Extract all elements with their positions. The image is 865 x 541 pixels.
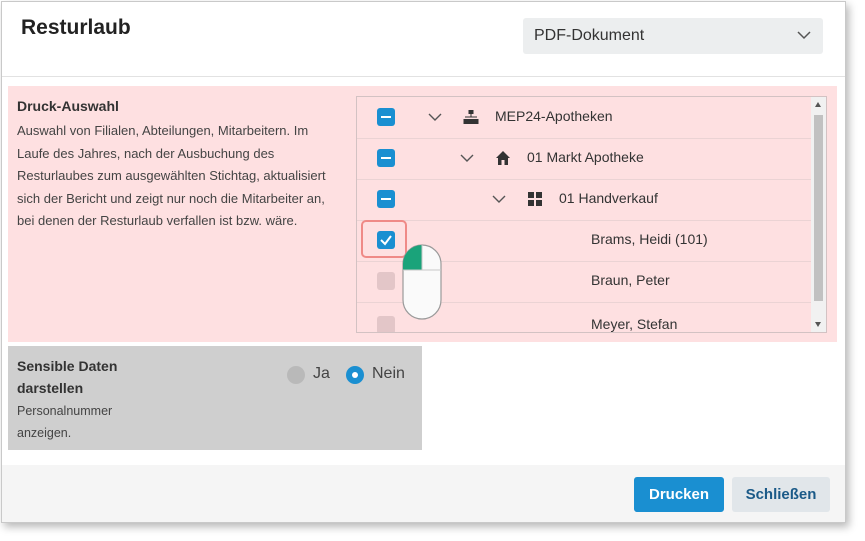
format-select[interactable]: PDF-Dokument [523, 18, 823, 54]
scrollbar-thumb[interactable] [814, 115, 823, 301]
tree-checkbox[interactable] [377, 190, 395, 208]
tree-node-label: MEP24-Apotheken [495, 108, 613, 124]
chevron-down-icon[interactable] [428, 113, 442, 122]
print-selection-title: Druck-Auswahl [17, 98, 119, 114]
home-icon [496, 151, 510, 165]
close-button[interactable]: Schließen [732, 477, 830, 512]
radio-nein-label[interactable]: Nein [372, 365, 405, 383]
print-button[interactable]: Drucken [634, 477, 724, 512]
tree-checkbox[interactable] [377, 108, 395, 126]
tree-node-label: 01 Markt Apotheke [527, 149, 644, 165]
tree-row-department[interactable]: 01 Handverkauf [357, 179, 812, 221]
tree-row-organization[interactable]: MEP24-Apotheken [357, 97, 812, 139]
dialog-title: Resturlaub [21, 16, 131, 39]
radio-ja[interactable] [287, 366, 305, 384]
chevron-down-icon [797, 31, 811, 40]
sensitive-data-title: Sensible Daten darstellen [17, 358, 118, 396]
tree-row-store[interactable]: 01 Markt Apotheke [357, 138, 812, 180]
resturlaub-dialog: Resturlaub PDF-Dokument Druck-Auswahl Au… [1, 1, 846, 523]
checkbox-highlight [361, 220, 407, 258]
format-select-value: PDF-Dokument [534, 27, 645, 44]
tree-scrollbar[interactable] [811, 97, 826, 332]
dialog-footer: Drucken Schließen [2, 465, 845, 522]
organization-icon [463, 110, 479, 124]
chevron-down-icon[interactable] [492, 195, 506, 204]
tree-checkbox[interactable] [377, 316, 395, 332]
tree-checkbox[interactable] [377, 149, 395, 167]
scroll-up-icon[interactable] [815, 102, 821, 107]
mouse-click-icon [402, 244, 442, 320]
tree-node-label: 01 Handverkauf [559, 190, 658, 206]
print-selection-description: Auswahl von Filialen, Abteilungen, Mitar… [17, 123, 326, 229]
radio-nein[interactable] [346, 366, 364, 384]
tree-node-label: Meyer, Stefan [591, 316, 678, 332]
radio-ja-label[interactable]: Ja [313, 365, 330, 383]
grid-icon [528, 192, 542, 206]
chevron-down-icon[interactable] [460, 154, 474, 163]
tree-checkbox[interactable] [377, 272, 395, 290]
dialog-header: Resturlaub PDF-Dokument [2, 2, 845, 77]
sensitive-data-section: Sensible Daten darstellen Personalnummer… [8, 346, 422, 450]
tree-node-label: Braun, Peter [591, 272, 670, 288]
tree-node-label: Brams, Heidi (101) [591, 231, 708, 247]
sensitive-data-description: Personalnummer anzeigen. [17, 404, 113, 440]
scroll-down-icon[interactable] [815, 322, 821, 327]
